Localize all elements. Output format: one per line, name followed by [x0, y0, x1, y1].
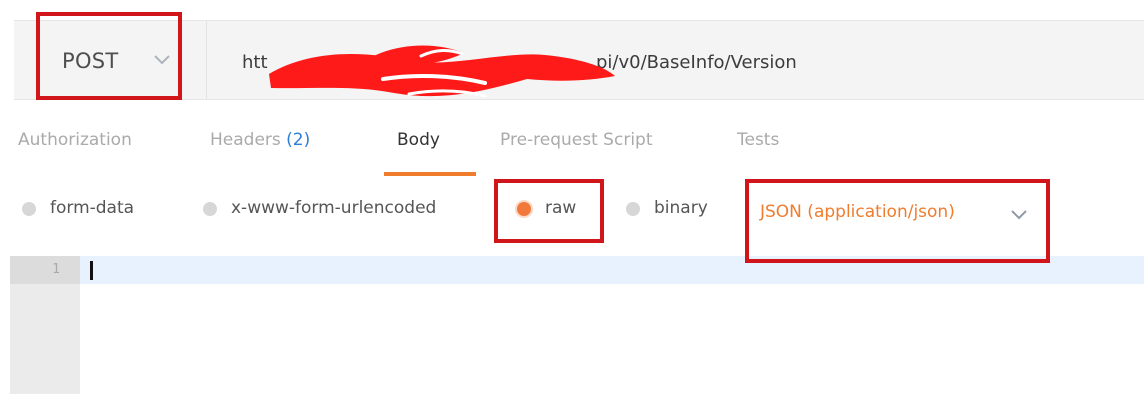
annotation-box-content-type: [745, 179, 1050, 263]
tab-tests[interactable]: Tests: [737, 130, 779, 150]
tab-headers[interactable]: Headers (2): [210, 130, 310, 150]
option-label-urlencoded: x-www-form-urlencoded: [231, 198, 437, 218]
redaction-scribble: [269, 45, 615, 98]
request-tabs: Authorization Headers (2) Body Pre-reque…: [0, 130, 1144, 170]
url-input-end[interactable]: pi/v0/BaseInfo/Version: [596, 52, 797, 73]
request-bar: POST htt pi/v0/BaseInfo/Version: [14, 20, 1144, 100]
active-tab-indicator: [384, 172, 476, 176]
radio-unselected[interactable]: [22, 202, 36, 216]
editor-gutter: 1: [10, 256, 80, 394]
headers-count-badge: (2): [286, 130, 311, 150]
annotation-box-raw: [494, 179, 604, 243]
radio-unselected[interactable]: [203, 202, 217, 216]
tab-authorization[interactable]: Authorization: [18, 130, 132, 150]
radio-unselected[interactable]: [626, 202, 640, 216]
tab-body[interactable]: Body: [397, 130, 440, 150]
tab-headers-label: Headers: [210, 130, 287, 150]
annotation-box-method: [36, 12, 182, 100]
body-editor[interactable]: 1: [0, 256, 1144, 394]
option-label-form-data: form-data: [50, 198, 135, 218]
option-label-binary: binary: [654, 198, 708, 218]
tab-pre-request-script[interactable]: Pre-request Script: [500, 130, 653, 150]
text-cursor: [90, 261, 93, 280]
line-number: 1: [52, 262, 60, 277]
